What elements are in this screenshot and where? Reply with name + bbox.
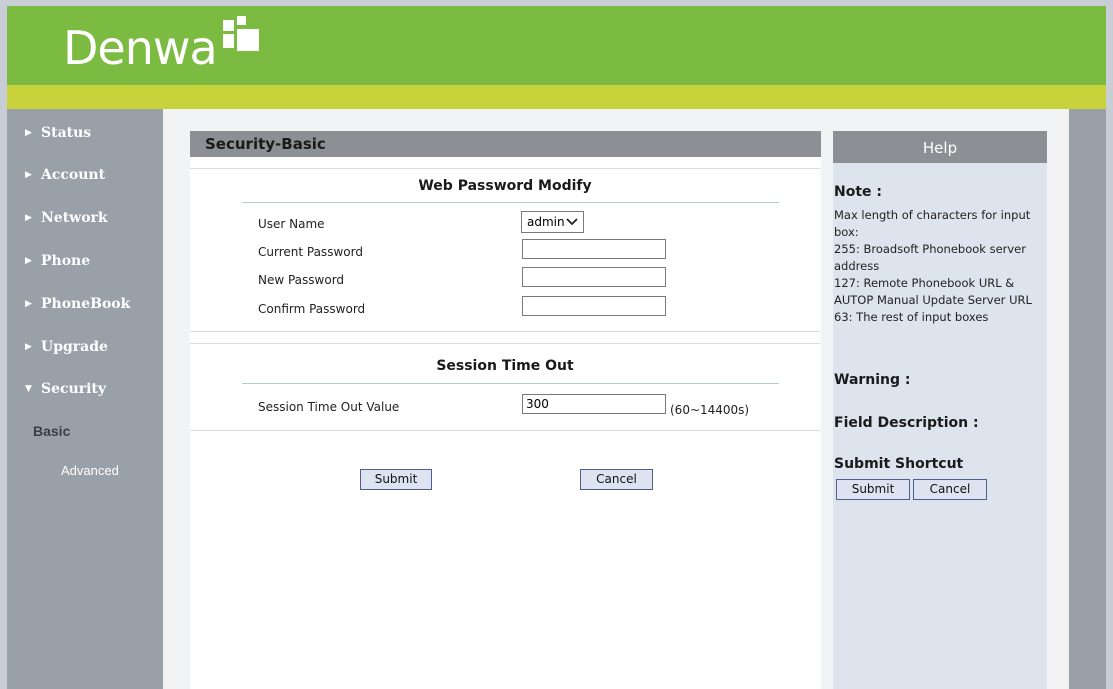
top-header: Denwa	[7, 6, 1106, 85]
shortcut-cancel-button[interactable]: Cancel	[913, 479, 987, 500]
sidebar-item-label: Upgrade	[41, 339, 108, 355]
caret-right-icon: ▶	[25, 128, 32, 138]
shortcut-submit-button[interactable]: Submit	[836, 479, 910, 500]
logo-text: Denwa	[63, 21, 218, 75]
sidebar-item-label: Status	[41, 125, 92, 141]
note-heading: Note :	[834, 184, 882, 200]
note-line: 63: The rest of input boxes	[834, 310, 989, 324]
user-name-select[interactable]: admin	[521, 211, 584, 233]
caret-right-icon: ▶	[25, 342, 32, 352]
confirm-password-field[interactable]	[522, 296, 666, 316]
logo-squares-icon	[222, 16, 263, 68]
caret-down-icon: ▼	[25, 384, 32, 394]
cancel-button[interactable]: Cancel	[580, 469, 653, 490]
page-title: Security-Basic	[190, 131, 821, 157]
confirm-password-label: Confirm Password	[258, 302, 366, 316]
sidebar-item-security[interactable]: ▼ Security	[25, 381, 106, 397]
sidebar-item-upgrade[interactable]: ▶ Upgrade	[25, 339, 108, 355]
password-section: Web Password Modify User Name admin Curr…	[190, 168, 820, 332]
note-line: 255: Broadsoft Phonebook server address	[834, 242, 1026, 273]
caret-right-icon: ▶	[25, 213, 32, 223]
field-description-heading: Field Description :	[834, 415, 979, 431]
sidebar-item-status[interactable]: ▶ Status	[25, 125, 91, 141]
user-name-label: User Name	[258, 217, 325, 231]
note-line: Max length of characters for input box:	[834, 208, 1031, 239]
sidebar-item-label: Phone	[41, 253, 91, 269]
submit-button[interactable]: Submit	[360, 469, 432, 490]
sidebar-item-label: PhoneBook	[41, 296, 131, 312]
sidebar-nav: ▶ Status ▶ Account ▶ Network ▶ Phone ▶ P…	[7, 109, 163, 689]
session-section: Session Time Out Session Time Out Value …	[190, 343, 820, 431]
warning-heading: Warning :	[834, 372, 911, 388]
main-panel: Security-Basic Web Password Modify User …	[190, 131, 821, 689]
submit-shortcut-heading: Submit Shortcut	[834, 456, 964, 472]
caret-right-icon: ▶	[25, 299, 32, 309]
sidebar-subitem-advanced[interactable]: Advanced	[61, 463, 119, 478]
help-note-body: Max length of characters for input box: …	[834, 207, 1046, 326]
help-panel: Help Note : Max length of characters for…	[833, 131, 1047, 689]
section-divider	[242, 202, 779, 203]
session-timeout-label: Session Time Out Value	[258, 400, 400, 414]
sidebar-item-phone[interactable]: ▶ Phone	[25, 253, 90, 269]
sidebar-subitem-basic[interactable]: Basic	[33, 423, 70, 439]
section-divider	[242, 383, 779, 384]
user-name-value: admin	[527, 215, 565, 229]
sidebar-item-label: Security	[41, 381, 107, 397]
help-title: Help	[833, 131, 1047, 163]
caret-right-icon: ▶	[25, 256, 32, 266]
header-accent-strip	[7, 85, 1106, 109]
caret-right-icon: ▶	[25, 170, 32, 180]
session-timeout-range-hint: (60~14400s)	[670, 403, 750, 417]
new-password-label: New Password	[258, 273, 345, 287]
right-gutter	[1069, 109, 1106, 689]
denwa-logo: Denwa	[63, 16, 263, 80]
new-password-field[interactable]	[522, 267, 666, 287]
section-title: Web Password Modify	[418, 178, 592, 194]
chevron-down-icon	[566, 218, 578, 226]
sidebar-item-network[interactable]: ▶ Network	[25, 210, 108, 226]
sidebar-item-account[interactable]: ▶ Account	[25, 167, 105, 183]
current-password-field[interactable]	[522, 239, 666, 259]
section-title: Session Time Out	[436, 358, 574, 374]
sidebar-item-label: Account	[41, 167, 106, 183]
current-password-label: Current Password	[258, 245, 363, 259]
sidebar-item-label: Network	[41, 210, 108, 226]
session-timeout-input[interactable]	[522, 394, 666, 414]
note-line: 127: Remote Phonebook URL & AUTOP Manual…	[834, 276, 1032, 307]
sidebar-item-phonebook[interactable]: ▶ PhoneBook	[25, 296, 130, 312]
